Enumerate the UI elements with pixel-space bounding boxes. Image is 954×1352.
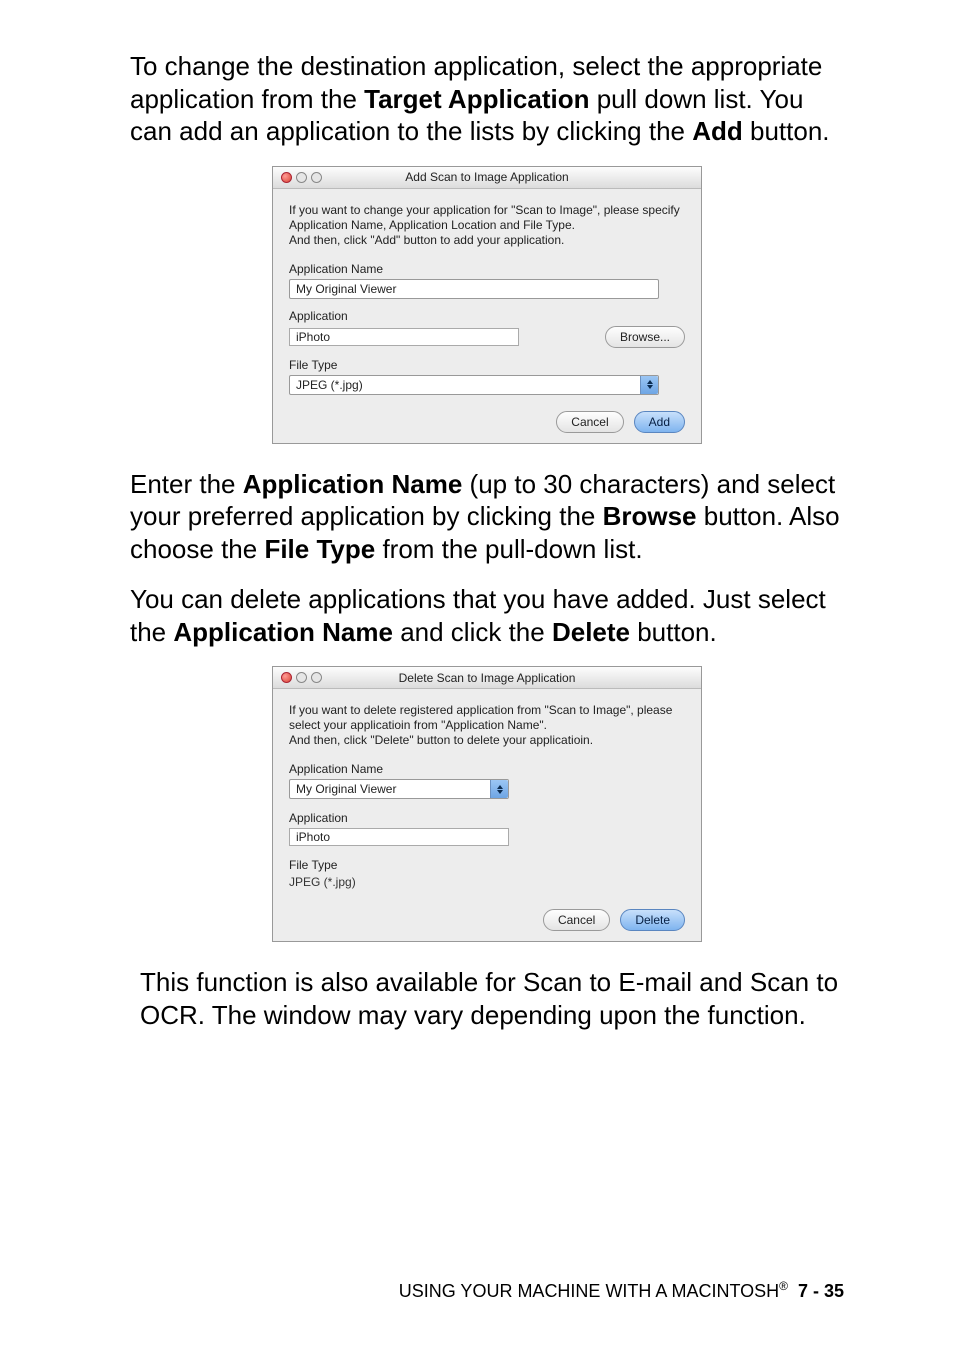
application-path-box: iPhoto (289, 328, 519, 346)
registered-icon: ® (779, 1279, 788, 1293)
chevron-updown-icon (640, 376, 658, 394)
dialog-info: If you want to change your application f… (289, 203, 685, 248)
text: button. (630, 617, 717, 647)
chevron-updown-icon (490, 780, 508, 798)
text: button. (743, 116, 830, 146)
text: Enter the (130, 469, 243, 499)
add-button[interactable]: Add (634, 411, 685, 433)
add-dialog: Add Scan to Image Application If you wan… (272, 166, 702, 444)
application-value-box: iPhoto (289, 828, 509, 846)
application-name-label: Application Name (289, 262, 685, 276)
dialog-body: If you want to delete registered applica… (273, 689, 701, 941)
application-row: iPhoto Browse... (289, 326, 685, 348)
text-bold: Application Name (243, 469, 463, 499)
dialog-title: Delete Scan to Image Application (273, 671, 701, 685)
application-value: iPhoto (296, 830, 330, 844)
note-text: This function is also available for Scan… (140, 966, 844, 1031)
page-footer: USING YOUR MACHINE WITH A MACINTOSH® 7 -… (399, 1279, 844, 1302)
close-icon[interactable] (281, 672, 292, 683)
text: from the pull-down list. (375, 534, 642, 564)
file-type-value: JPEG (*.jpg) (289, 875, 685, 889)
cancel-button[interactable]: Cancel (556, 411, 623, 433)
dialog-title: Add Scan to Image Application (273, 170, 701, 184)
browse-button[interactable]: Browse... (605, 326, 685, 348)
dialog-actions: Cancel Delete (289, 903, 685, 931)
traffic-lights (281, 672, 322, 683)
dialog-info: If you want to delete registered applica… (289, 703, 685, 748)
text-bold: Browse (603, 501, 697, 531)
info-line: select your applicatioin from "Applicati… (289, 718, 685, 733)
application-label: Application (289, 811, 685, 825)
text-bold: Delete (552, 617, 630, 647)
info-line: If you want to change your application f… (289, 203, 685, 218)
text-bold: Application Name (173, 617, 393, 647)
application-value: iPhoto (296, 330, 330, 344)
dialog-titlebar: Add Scan to Image Application (273, 167, 701, 189)
text-bold: Add (692, 116, 743, 146)
file-type-value: JPEG (*.jpg) (296, 378, 363, 392)
application-name-select[interactable]: My Original Viewer (289, 779, 509, 799)
note: This function is also available for Scan… (130, 966, 844, 1031)
paragraph-3: You can delete applications that you hav… (130, 583, 844, 648)
minimize-icon (296, 672, 307, 683)
file-type-select[interactable]: JPEG (*.jpg) (289, 375, 659, 395)
input-value: My Original Viewer (296, 282, 396, 296)
dialog-actions: Cancel Add (289, 405, 685, 433)
zoom-icon (311, 172, 322, 183)
text: and click the (393, 617, 552, 647)
minimize-icon (296, 172, 307, 183)
delete-dialog: Delete Scan to Image Application If you … (272, 666, 702, 942)
dialog-titlebar: Delete Scan to Image Application (273, 667, 701, 689)
footer-text: USING YOUR MACHINE WITH A MACINTOSH® (399, 1279, 788, 1302)
page-number: 7 - 35 (798, 1281, 844, 1302)
info-line: If you want to delete registered applica… (289, 703, 685, 718)
file-type-label: File Type (289, 358, 685, 372)
select-value: My Original Viewer (296, 782, 396, 796)
text-bold: File Type (264, 534, 375, 564)
application-name-input[interactable]: My Original Viewer (289, 279, 659, 299)
traffic-lights (281, 172, 322, 183)
info-line: Application Name, Application Location a… (289, 218, 685, 233)
file-type-label: File Type (289, 858, 685, 872)
text-bold: Target Application (364, 84, 589, 114)
info-line: And then, click "Delete" button to delet… (289, 733, 685, 748)
close-icon[interactable] (281, 172, 292, 183)
application-name-label: Application Name (289, 762, 685, 776)
zoom-icon (311, 672, 322, 683)
delete-button[interactable]: Delete (620, 909, 685, 931)
paragraph-2: Enter the Application Name (up to 30 cha… (130, 468, 844, 566)
cancel-button[interactable]: Cancel (543, 909, 610, 931)
dialog-body: If you want to change your application f… (273, 189, 701, 443)
application-label: Application (289, 309, 685, 323)
paragraph-1: To change the destination application, s… (130, 50, 844, 148)
info-line: And then, click "Add" button to add your… (289, 233, 685, 248)
